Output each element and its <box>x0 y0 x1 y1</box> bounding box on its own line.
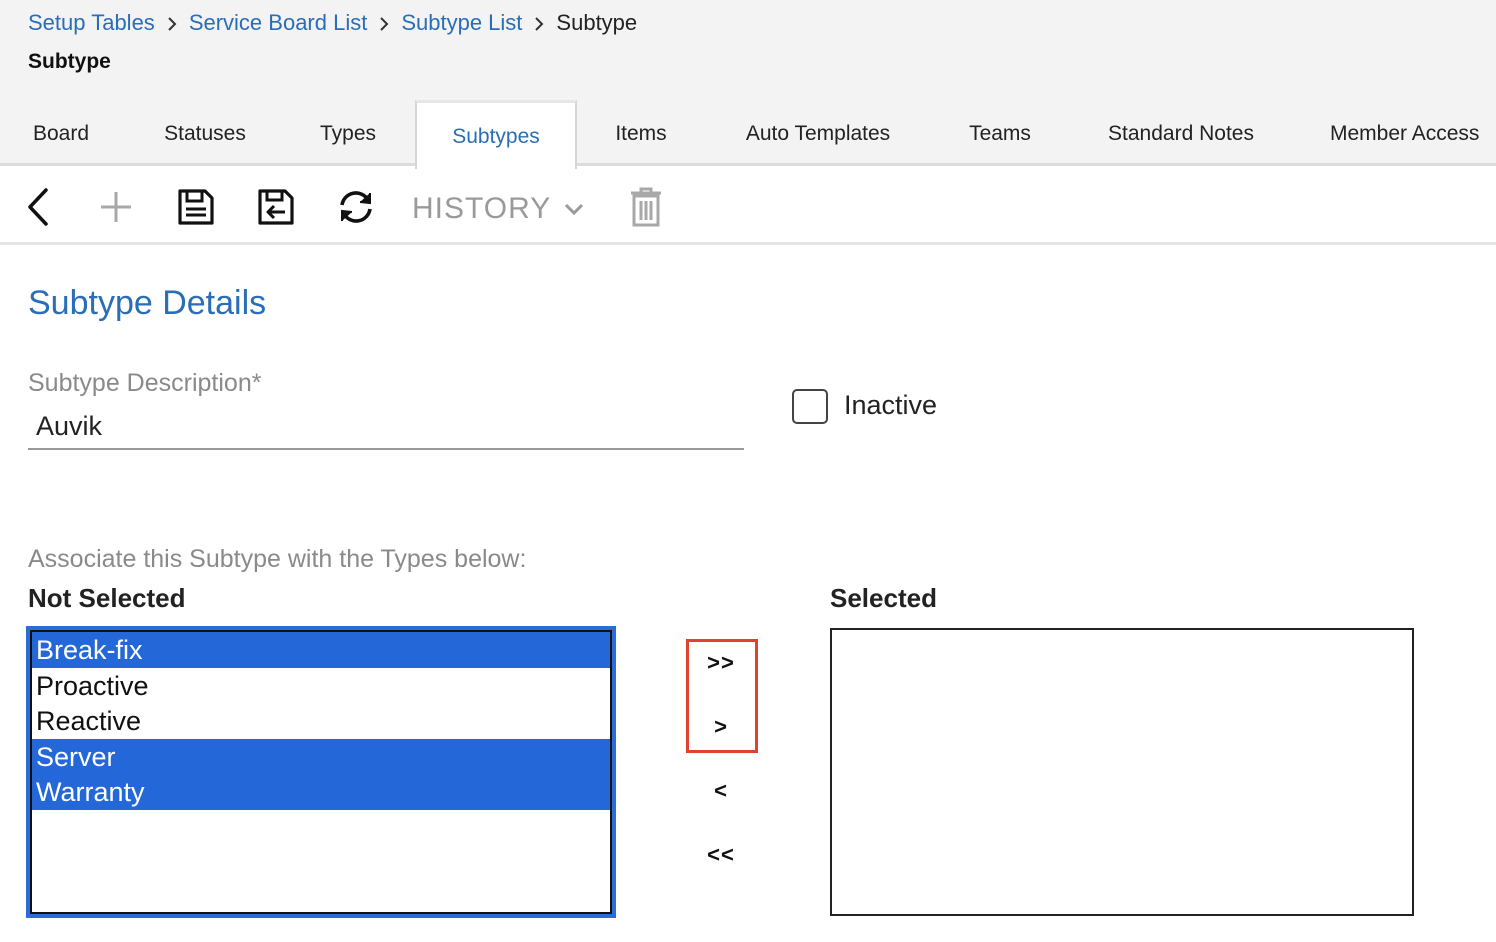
trash-icon <box>631 187 661 227</box>
tab-auto-templates[interactable]: Auto Templates <box>722 100 914 166</box>
tab-standard-notes[interactable]: Standard Notes <box>1088 100 1274 166</box>
toolbar: HISTORY <box>0 169 1496 245</box>
history-dropdown[interactable]: HISTORY <box>412 187 585 231</box>
history-label: HISTORY <box>412 192 552 225</box>
list-option[interactable]: Warranty <box>32 774 610 810</box>
not-selected-title: Not Selected <box>28 583 186 613</box>
subtype-description-label: Subtype Description* <box>28 369 262 397</box>
tab-member-access[interactable]: Member Access <box>1312 100 1496 166</box>
not-selected-list[interactable]: Break-fix Proactive Reactive Server Warranty <box>26 626 616 918</box>
subtype-description-input[interactable] <box>28 404 744 450</box>
refresh-button[interactable] <box>334 185 378 229</box>
back-button[interactable] <box>18 185 58 229</box>
inactive-checkbox[interactable] <box>792 389 828 424</box>
page-title: Subtype <box>28 50 111 73</box>
breadcrumb: Setup Tables Service Board List Subtype … <box>28 10 637 36</box>
chevron-right-icon <box>367 10 401 36</box>
list-option[interactable]: Server <box>32 738 610 774</box>
refresh-icon <box>340 191 372 223</box>
back-chevron-icon <box>28 188 48 226</box>
add-plus-icon <box>101 192 131 222</box>
delete-button[interactable] <box>626 185 666 229</box>
save-and-close-button[interactable] <box>254 185 298 229</box>
inactive-label: Inactive <box>844 390 938 420</box>
selected-title: Selected <box>830 583 937 613</box>
add-button[interactable] <box>96 185 136 229</box>
breadcrumb-link-service-board-list[interactable]: Service Board List <box>189 10 368 36</box>
annotation-highlight-box <box>686 639 758 753</box>
tab-types[interactable]: Types <box>298 100 398 166</box>
list-option[interactable]: Proactive <box>32 668 610 704</box>
list-option[interactable]: Break-fix <box>32 632 610 668</box>
association-label: Associate this Subtype with the Types be… <box>28 545 527 573</box>
tab-board[interactable]: Board <box>0 100 122 166</box>
tab-statuses[interactable]: Statuses <box>142 100 268 166</box>
header-bar: Setup Tables Service Board List Subtype … <box>0 0 1496 169</box>
breadcrumb-link-subtype-list[interactable]: Subtype List <box>401 10 522 36</box>
section-title: Subtype Details <box>28 284 267 322</box>
tab-bar: Board Statuses Types Subtypes Items Auto… <box>0 100 1496 169</box>
chevron-down-icon <box>565 203 584 216</box>
save-and-close-icon <box>258 189 294 225</box>
move-all-left-button[interactable]: << <box>686 842 756 868</box>
move-left-button[interactable]: < <box>686 778 756 804</box>
chevron-right-icon <box>522 10 556 36</box>
selected-list[interactable] <box>830 628 1414 916</box>
chevron-right-icon <box>155 10 189 36</box>
tab-items[interactable]: Items <box>596 100 686 166</box>
breadcrumb-link-setup-tables[interactable]: Setup Tables <box>28 10 155 36</box>
save-button[interactable] <box>174 185 218 229</box>
save-icon <box>178 189 214 225</box>
breadcrumb-current: Subtype <box>556 10 638 35</box>
tab-teams[interactable]: Teams <box>948 100 1052 166</box>
list-option[interactable]: Reactive <box>32 703 610 739</box>
tab-subtypes[interactable]: Subtypes <box>415 100 577 169</box>
